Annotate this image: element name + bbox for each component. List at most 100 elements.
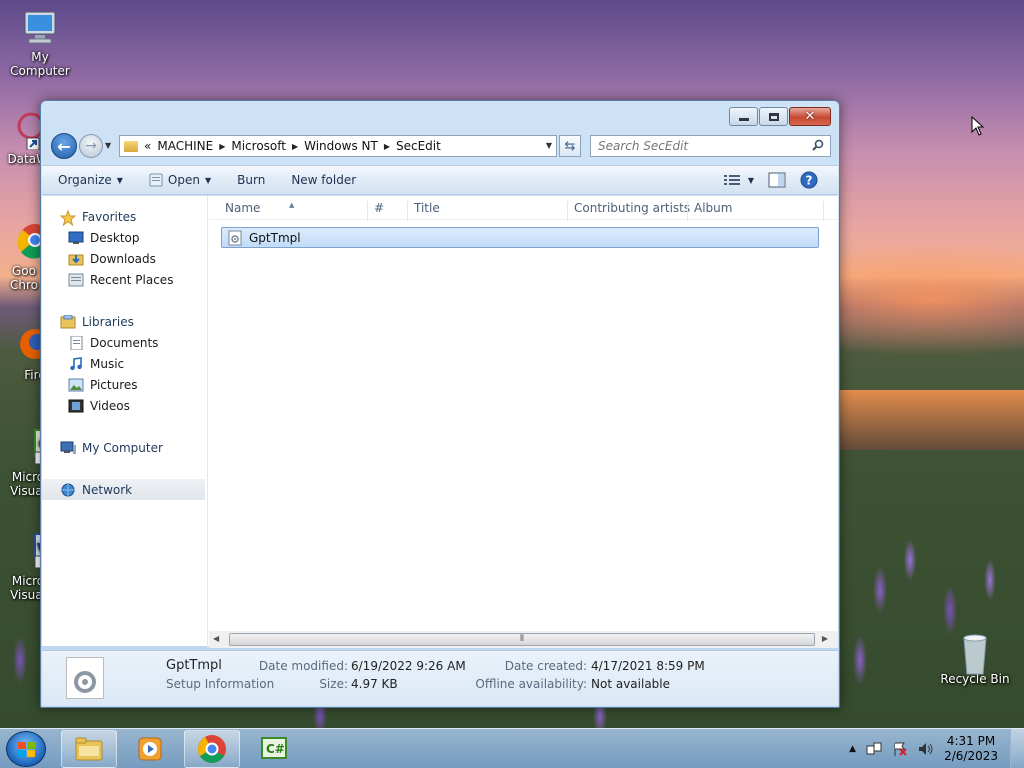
nav-music[interactable]: Music: [42, 353, 207, 374]
taskbar-google-chrome[interactable]: [184, 730, 240, 768]
action-center-flag-icon[interactable]: [892, 741, 908, 757]
media-player-icon: [138, 737, 162, 761]
taskbar-windows-explorer[interactable]: [61, 730, 117, 768]
star-icon: [59, 209, 77, 226]
open-button[interactable]: Open ▼: [149, 173, 211, 187]
search-input[interactable]: [591, 136, 801, 156]
nav-documents[interactable]: Documents: [42, 332, 207, 353]
svg-text:C#: C#: [266, 742, 285, 756]
scroll-left-icon[interactable]: ◀: [213, 634, 219, 643]
setup-information-file-icon: [228, 230, 242, 245]
file-name: GptTmpl: [249, 230, 301, 245]
sort-ascending-icon: ▲: [289, 201, 295, 209]
nav-videos[interactable]: Videos: [42, 395, 207, 416]
mouse-cursor-icon: [971, 116, 985, 136]
taskbar-media-player[interactable]: [122, 730, 178, 768]
close-button[interactable]: ✕: [789, 107, 831, 126]
nav-network[interactable]: Network: [42, 479, 205, 500]
wallpaper-lake: [840, 390, 1024, 450]
volume-icon[interactable]: [918, 741, 934, 757]
chevron-down-icon: ▼: [747, 175, 754, 185]
column-album[interactable]: Album: [694, 201, 732, 215]
videos-icon: [68, 399, 84, 413]
show-desktop-button[interactable]: [1010, 729, 1024, 768]
network-icon: [60, 483, 76, 497]
column-divider[interactable]: [823, 201, 824, 221]
details-offline-value: Not available: [591, 677, 671, 691]
refresh-button[interactable]: ⇆: [559, 135, 581, 157]
breadcrumb-secedit[interactable]: SecEdit: [396, 139, 441, 153]
minimize-button[interactable]: [729, 107, 758, 126]
nav-desktop[interactable]: Desktop: [42, 227, 207, 248]
setup-information-file-icon: [66, 657, 104, 699]
explorer-window: ✕ ← → ▼ « MACHINE ▶ Microsoft ▶ Windows …: [40, 100, 840, 708]
forward-button[interactable]: →: [79, 134, 103, 158]
recent-pages-button[interactable]: ▼: [105, 141, 115, 151]
chevron-right-icon[interactable]: ▶: [219, 142, 225, 151]
breadcrumb-windows-nt[interactable]: Windows NT: [304, 139, 378, 153]
address-overflow[interactable]: «: [144, 139, 151, 153]
help-icon[interactable]: ?: [800, 171, 818, 189]
breadcrumb-machine[interactable]: MACHINE: [157, 139, 213, 153]
minimize-icon: [738, 118, 749, 121]
column-divider[interactable]: [567, 201, 568, 221]
column-title[interactable]: Title: [414, 201, 440, 215]
chevron-right-icon[interactable]: ▶: [384, 142, 390, 151]
recent-places-icon: [68, 273, 84, 287]
scroll-right-icon[interactable]: ▶: [822, 634, 828, 643]
nav-label: Documents: [90, 335, 159, 350]
vb-app-icon: VB: [1, 532, 58, 572]
column-contributing-artists[interactable]: Contributing artists: [574, 201, 690, 215]
nav-pictures[interactable]: Pictures: [42, 374, 207, 395]
search-icon[interactable]: [812, 139, 824, 151]
address-dropdown-icon[interactable]: ▼: [546, 141, 552, 150]
folder-icon: [124, 140, 138, 152]
details-pane: GptTmpl Setup Information Date modified:…: [42, 650, 838, 706]
computer-icon: [60, 441, 76, 455]
clock[interactable]: 4:31 PM 2/6/2023: [944, 734, 998, 764]
nav-my-computer[interactable]: My Computer: [42, 437, 207, 458]
back-button[interactable]: ←: [51, 133, 77, 159]
new-folder-button[interactable]: New folder: [291, 173, 356, 187]
details-modified-label: Date modified:: [258, 659, 348, 673]
start-button[interactable]: [6, 731, 46, 767]
maximize-button[interactable]: [759, 107, 788, 126]
column-number[interactable]: #: [374, 201, 384, 215]
file-row-gpttmpl[interactable]: GptTmpl: [221, 227, 819, 248]
chevron-right-icon[interactable]: ▶: [292, 142, 298, 151]
nav-favorites[interactable]: Favorites: [42, 206, 207, 227]
column-name[interactable]: Name: [225, 201, 260, 215]
desktop-icon-recycle-bin[interactable]: Recycle Bin: [935, 630, 1015, 686]
open-icon: [149, 173, 163, 187]
column-header-row: Name ▲ # Title Contributing artists Albu…: [209, 196, 838, 221]
address-bar[interactable]: « MACHINE ▶ Microsoft ▶ Windows NT ▶ Sec…: [119, 135, 557, 157]
column-divider[interactable]: [687, 201, 688, 221]
details-size-value: 4.97 KB: [351, 677, 398, 691]
refresh-icon: ⇆: [564, 138, 576, 154]
pictures-icon: [68, 378, 84, 392]
scroll-thumb[interactable]: ⦀: [229, 633, 815, 646]
column-divider[interactable]: [367, 201, 368, 221]
arrow-left-icon: ←: [57, 136, 71, 156]
network-status-icon[interactable]: [866, 741, 882, 757]
breadcrumb-microsoft[interactable]: Microsoft: [231, 139, 286, 153]
nav-recent-places[interactable]: Recent Places: [42, 269, 207, 290]
change-view-button[interactable]: ▼: [723, 174, 754, 186]
preview-pane-icon[interactable]: [768, 172, 786, 188]
show-hidden-icons-icon[interactable]: ▲: [849, 744, 856, 754]
horizontal-scrollbar[interactable]: ◀ ⦀ ▶: [209, 631, 838, 648]
command-bar: Organize ▼ Open ▼ Burn New folder ▼ ?: [42, 165, 838, 195]
desktop-icon-my-computer[interactable]: My Computer: [0, 8, 80, 78]
clock-date: 2/6/2023: [944, 749, 998, 763]
navigation-bar: ← → ▼ « MACHINE ▶ Microsoft ▶ Windows NT…: [49, 133, 833, 159]
organize-button[interactable]: Organize ▼: [58, 173, 123, 187]
nav-libraries[interactable]: Libraries: [42, 311, 207, 332]
column-divider[interactable]: [407, 201, 408, 221]
nav-downloads[interactable]: Downloads: [42, 248, 207, 269]
burn-button[interactable]: Burn: [237, 173, 265, 187]
taskbar-csharp-app[interactable]: C#: [246, 730, 302, 768]
nav-label: Favorites: [82, 209, 137, 224]
nav-label: Pictures: [90, 377, 138, 392]
chrome-icon: [198, 735, 226, 763]
